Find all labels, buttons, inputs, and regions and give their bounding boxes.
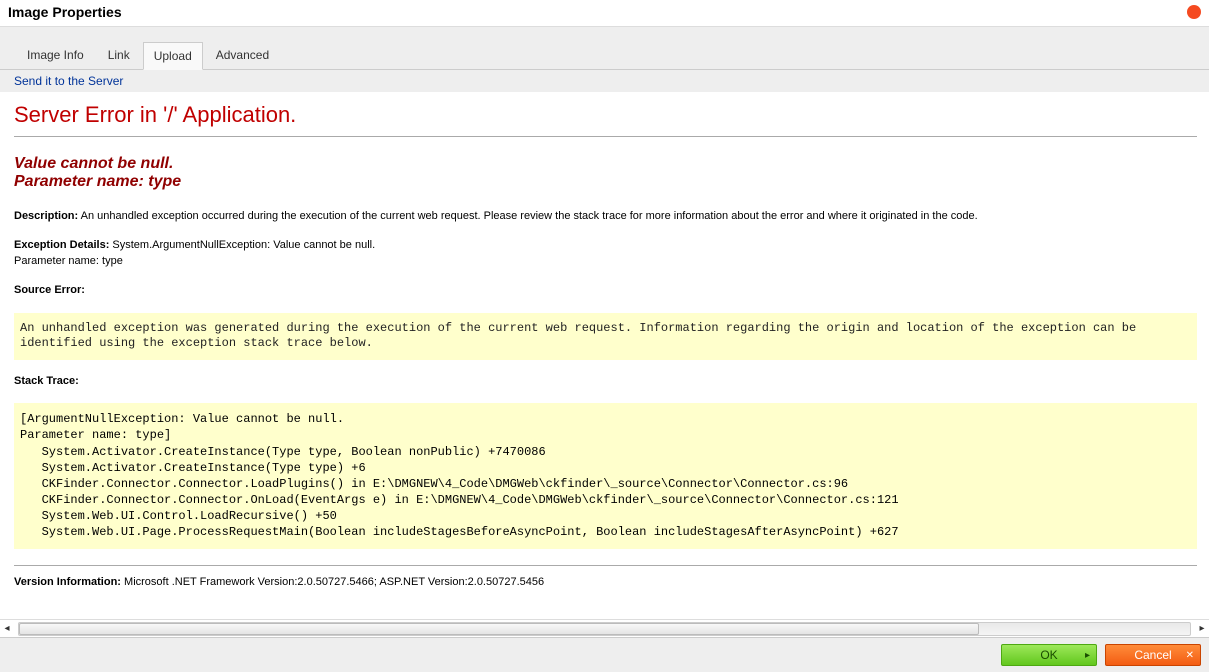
cancel-button-label: Cancel <box>1134 648 1171 662</box>
image-properties-dialog: Image Properties Image Info Link Upload … <box>0 0 1209 672</box>
cancel-button[interactable]: Cancel ✕ <box>1105 644 1201 666</box>
horizontal-scrollbar[interactable]: ◂ ▸ <box>0 619 1209 637</box>
upload-panel: Send it to the Server <box>0 70 1209 92</box>
description-text: An unhandled exception occurred during t… <box>78 210 977 222</box>
scroll-thumb[interactable] <box>19 623 979 635</box>
close-icon[interactable] <box>1187 5 1201 19</box>
version-row: Version Information: Microsoft .NET Fram… <box>14 565 1197 588</box>
tabs: Image Info Link Upload Advanced <box>0 41 1209 69</box>
tab-image-info[interactable]: Image Info <box>16 41 95 69</box>
ok-button-label: OK <box>1040 648 1057 662</box>
scroll-track[interactable] <box>18 622 1191 636</box>
stack-trace-label-row: Stack Trace: <box>14 374 1197 389</box>
content-wrap: Server Error in '/' Application. Value c… <box>0 92 1209 637</box>
ok-button[interactable]: OK ▸ <box>1001 644 1097 666</box>
send-to-server-link[interactable]: Send it to the Server <box>14 74 123 88</box>
server-error-page: Server Error in '/' Application. Value c… <box>0 92 1209 619</box>
tab-link[interactable]: Link <box>97 41 141 69</box>
description-row: Description: An unhandled exception occu… <box>14 209 1197 224</box>
dialog-title: Image Properties <box>8 4 122 20</box>
exception-label: Exception Details: <box>14 239 109 251</box>
dialog-footer: OK ▸ Cancel ✕ <box>0 637 1209 672</box>
error-subheading: Value cannot be null. Parameter name: ty… <box>14 155 1197 191</box>
dialog-header: Image Properties <box>0 0 1209 27</box>
source-error-block: An unhandled exception was generated dur… <box>14 313 1197 360</box>
close-x-icon: ✕ <box>1186 650 1194 661</box>
source-error-label: Source Error: <box>14 284 85 296</box>
chevron-right-icon: ▸ <box>1085 650 1090 661</box>
source-error-label-row: Source Error: <box>14 283 1197 298</box>
tab-upload[interactable]: Upload <box>143 42 203 70</box>
error-title: Server Error in '/' Application. <box>14 102 1197 128</box>
stack-trace-block: [ArgumentNullException: Value cannot be … <box>14 403 1197 549</box>
divider <box>14 136 1197 137</box>
stack-trace-label: Stack Trace: <box>14 375 79 387</box>
scroll-right-icon[interactable]: ▸ <box>1195 622 1209 636</box>
tabs-bar: Image Info Link Upload Advanced <box>0 27 1209 70</box>
scroll-left-icon[interactable]: ◂ <box>0 622 14 636</box>
description-label: Description: <box>14 210 78 222</box>
exception-row: Exception Details: System.ArgumentNullEx… <box>14 238 1197 269</box>
version-text: Microsoft .NET Framework Version:2.0.507… <box>121 576 544 588</box>
tab-advanced[interactable]: Advanced <box>205 41 280 69</box>
version-label: Version Information: <box>14 576 121 588</box>
